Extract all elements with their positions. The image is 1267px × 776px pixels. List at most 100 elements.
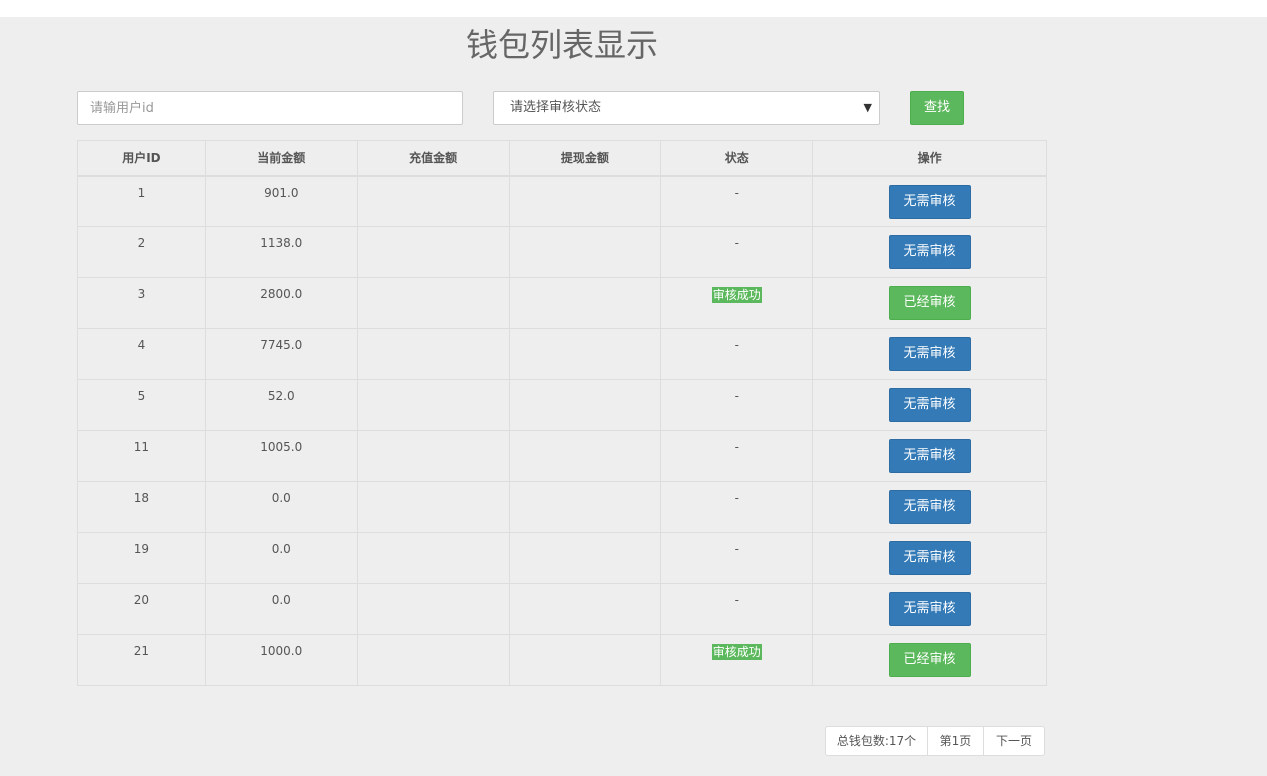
cell-action: 无需审核 bbox=[812, 532, 1047, 584]
cell-recharge bbox=[356, 328, 510, 380]
no-review-needed-button[interactable]: 无需审核 bbox=[888, 388, 971, 422]
cell-user-id: 19 bbox=[77, 532, 206, 584]
cell-status: - bbox=[660, 379, 814, 431]
cell-recharge bbox=[356, 175, 510, 227]
table-row: 5 52.0 - 无需审核 bbox=[77, 379, 1047, 431]
cell-balance: 1005.0 bbox=[204, 430, 358, 482]
cell-action: 已经审核 bbox=[812, 277, 1047, 329]
table-row: 4 7745.0 - 无需审核 bbox=[77, 328, 1047, 380]
cell-user-id: 3 bbox=[77, 277, 206, 329]
cell-action: 无需审核 bbox=[812, 328, 1047, 380]
cell-balance: 0.0 bbox=[204, 481, 358, 533]
cell-recharge bbox=[356, 583, 510, 635]
cell-withdraw bbox=[508, 481, 662, 533]
header-recharge: 充值金额 bbox=[356, 140, 510, 177]
cell-user-id: 20 bbox=[77, 583, 206, 635]
cell-user-id: 11 bbox=[77, 430, 206, 482]
cell-recharge bbox=[356, 634, 510, 686]
cell-status: - bbox=[660, 532, 814, 584]
page: 钱包列表显示 请选择审核状态 ▼ 查找 用户ID 当前金额 充值金额 提现金额 … bbox=[0, 17, 1267, 776]
cell-withdraw bbox=[508, 430, 662, 482]
cell-withdraw bbox=[508, 379, 662, 431]
status-badge: 审核成功 bbox=[711, 644, 762, 660]
cell-status: - bbox=[660, 430, 814, 482]
cell-status: - bbox=[660, 226, 814, 278]
no-review-needed-button[interactable]: 无需审核 bbox=[888, 235, 971, 269]
cell-user-id: 4 bbox=[77, 328, 206, 380]
cell-balance: 901.0 bbox=[204, 175, 358, 227]
header-action: 操作 bbox=[812, 140, 1047, 177]
cell-user-id: 2 bbox=[77, 226, 206, 278]
cell-recharge bbox=[356, 379, 510, 431]
cell-status: - bbox=[660, 328, 814, 380]
no-review-needed-button[interactable]: 无需审核 bbox=[888, 439, 971, 473]
no-review-needed-button[interactable]: 无需审核 bbox=[888, 337, 971, 371]
cell-recharge bbox=[356, 532, 510, 584]
no-review-needed-button[interactable]: 无需审核 bbox=[888, 184, 971, 219]
cell-action: 无需审核 bbox=[812, 379, 1047, 431]
status-text: - bbox=[734, 338, 739, 352]
status-text: - bbox=[734, 185, 739, 200]
chevron-down-icon: ▼ bbox=[863, 101, 872, 114]
cell-balance: 0.0 bbox=[204, 532, 358, 584]
find-button[interactable]: 查找 bbox=[910, 91, 964, 125]
cell-action: 无需审核 bbox=[812, 175, 1047, 227]
header-balance: 当前金额 bbox=[204, 140, 358, 177]
table-row: 19 0.0 - 无需审核 bbox=[77, 532, 1047, 584]
cell-withdraw bbox=[508, 532, 662, 584]
cell-status: - bbox=[660, 583, 814, 635]
cell-action: 无需审核 bbox=[812, 583, 1047, 635]
cell-balance: 2800.0 bbox=[204, 277, 358, 329]
status-text: - bbox=[734, 491, 739, 505]
cell-recharge bbox=[356, 277, 510, 329]
cell-withdraw bbox=[508, 277, 662, 329]
header-user-id: 用户ID bbox=[77, 140, 206, 177]
pager-total: 总钱包数:17个 bbox=[825, 726, 928, 756]
cell-user-id: 1 bbox=[77, 175, 206, 227]
pager-current-page: 第1页 bbox=[927, 726, 984, 756]
reviewed-button[interactable]: 已经审核 bbox=[888, 643, 971, 677]
cell-status: 审核成功 bbox=[660, 277, 814, 329]
table-row: 2 1138.0 - 无需审核 bbox=[77, 226, 1047, 278]
table-row: 1 901.0 - 无需审核 bbox=[77, 175, 1047, 227]
header-status: 状态 bbox=[660, 140, 814, 177]
cell-withdraw bbox=[508, 328, 662, 380]
cell-recharge bbox=[356, 226, 510, 278]
cell-balance: 1000.0 bbox=[204, 634, 358, 686]
cell-balance: 1138.0 bbox=[204, 226, 358, 278]
status-text: - bbox=[734, 389, 739, 403]
status-text: - bbox=[734, 593, 739, 607]
pager-next-button[interactable]: 下一页 bbox=[983, 726, 1045, 756]
cell-withdraw bbox=[508, 634, 662, 686]
reviewed-button[interactable]: 已经审核 bbox=[888, 286, 971, 320]
no-review-needed-button[interactable]: 无需审核 bbox=[888, 490, 971, 524]
cell-user-id: 5 bbox=[77, 379, 206, 431]
wallet-table: 用户ID 当前金额 充值金额 提现金额 状态 操作 1 901.0- 无需审核 2 11… bbox=[77, 140, 1047, 686]
status-text: - bbox=[734, 440, 739, 454]
status-text: - bbox=[734, 236, 739, 250]
cell-action: 已经审核 bbox=[812, 634, 1047, 686]
cell-action: 无需审核 bbox=[812, 226, 1047, 278]
cell-withdraw bbox=[508, 583, 662, 635]
cell-withdraw bbox=[508, 175, 662, 227]
header-withdraw: 提现金额 bbox=[508, 140, 662, 177]
table-row: 18 0.0 - 无需审核 bbox=[77, 481, 1047, 533]
cell-withdraw bbox=[508, 226, 662, 278]
status-text: - bbox=[734, 542, 739, 556]
cell-balance: 0.0 bbox=[204, 583, 358, 635]
table-row: 3 2800.0 审核成功 已经审核 bbox=[77, 277, 1047, 329]
cell-status: - bbox=[660, 175, 814, 227]
table-header-row: 用户ID 当前金额 充值金额 提现金额 状态 操作 bbox=[77, 140, 1047, 177]
status-badge: 审核成功 bbox=[711, 287, 762, 303]
table-row: 11 1005.0 - 无需审核 bbox=[77, 430, 1047, 482]
page-title: 钱包列表显示 bbox=[465, 26, 658, 64]
cell-status: 审核成功 bbox=[660, 634, 814, 686]
user-id-search-input[interactable] bbox=[77, 91, 463, 125]
pagination: 总钱包数:17个 第1页 下一页 bbox=[825, 726, 1045, 756]
status-select[interactable]: 请选择审核状态 ▼ bbox=[493, 91, 880, 125]
no-review-needed-button[interactable]: 无需审核 bbox=[888, 592, 971, 626]
table-row: 21 1000.0 审核成功 已经审核 bbox=[77, 634, 1047, 686]
cell-user-id: 21 bbox=[77, 634, 206, 686]
no-review-needed-button[interactable]: 无需审核 bbox=[888, 541, 971, 575]
status-select-value: 请选择审核状态 bbox=[510, 100, 602, 115]
